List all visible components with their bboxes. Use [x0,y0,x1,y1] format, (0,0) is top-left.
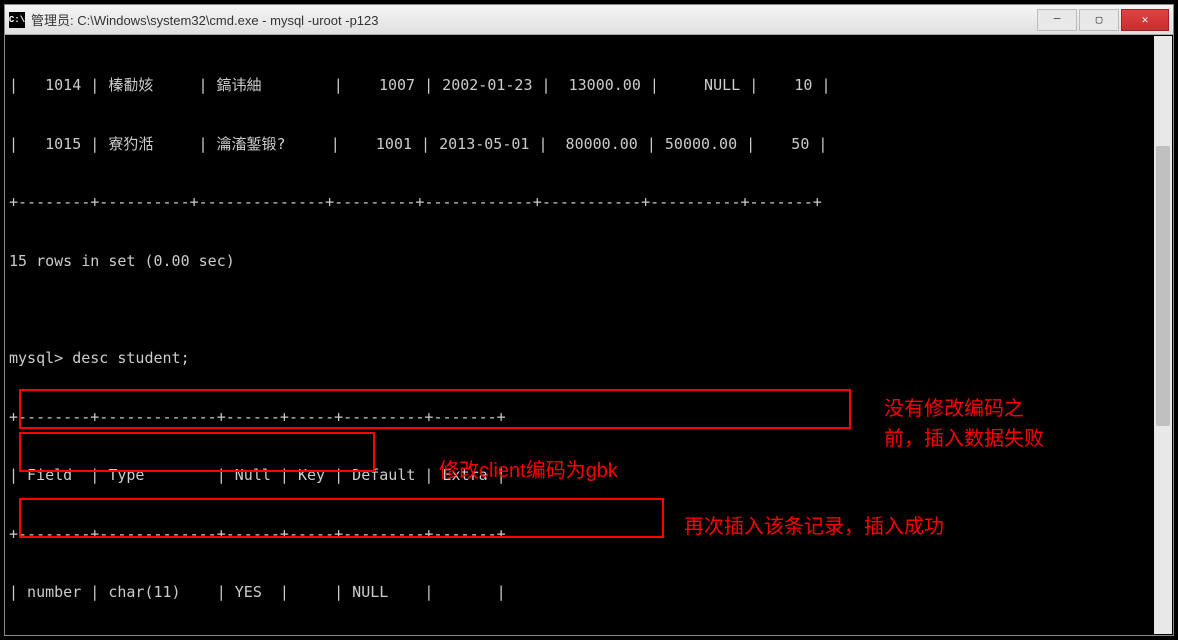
close-button[interactable]: ✕ [1121,9,1169,31]
scrollbar[interactable] [1154,36,1172,634]
terminal-area[interactable]: | 1014 | 榛勫姟 | 鎬讳紬 | 1007 | 2002-01-23 |… [5,35,1173,635]
scrollbar-thumb[interactable] [1156,146,1170,426]
minimize-button[interactable]: ─ [1037,9,1077,31]
terminal-row: 15 rows in set (0.00 sec) [9,252,1169,272]
terminal-row: | 1014 | 榛勫姟 | 鎬讳紬 | 1007 | 2002-01-23 |… [9,76,1169,96]
terminal-row: | number | char(11) | YES | | NULL | | [9,583,1169,603]
terminal-row: +--------+-------------+------+-----+---… [9,525,1169,545]
window-title: 管理员: C:\Windows\system32\cmd.exe - mysql… [31,10,1037,29]
terminal-row: | Field | Type | Null | Key | Default | … [9,466,1169,486]
terminal-row: | 1015 | 寮犳湉 | 瀹滀錾锻? | 1001 | 2013-05-01… [9,135,1169,155]
window-controls: ─ ▢ ✕ [1037,9,1169,31]
cmd-icon: C:\ [9,12,25,28]
terminal-row: +--------+----------+--------------+----… [9,193,1169,213]
terminal-prompt: mysql> desc student; [9,349,1169,369]
terminal-row: +--------+-------------+------+-----+---… [9,408,1169,428]
cmd-window: C:\ 管理员: C:\Windows\system32\cmd.exe - m… [4,4,1174,636]
maximize-button[interactable]: ▢ [1079,9,1119,31]
titlebar[interactable]: C:\ 管理员: C:\Windows\system32\cmd.exe - m… [5,5,1173,35]
